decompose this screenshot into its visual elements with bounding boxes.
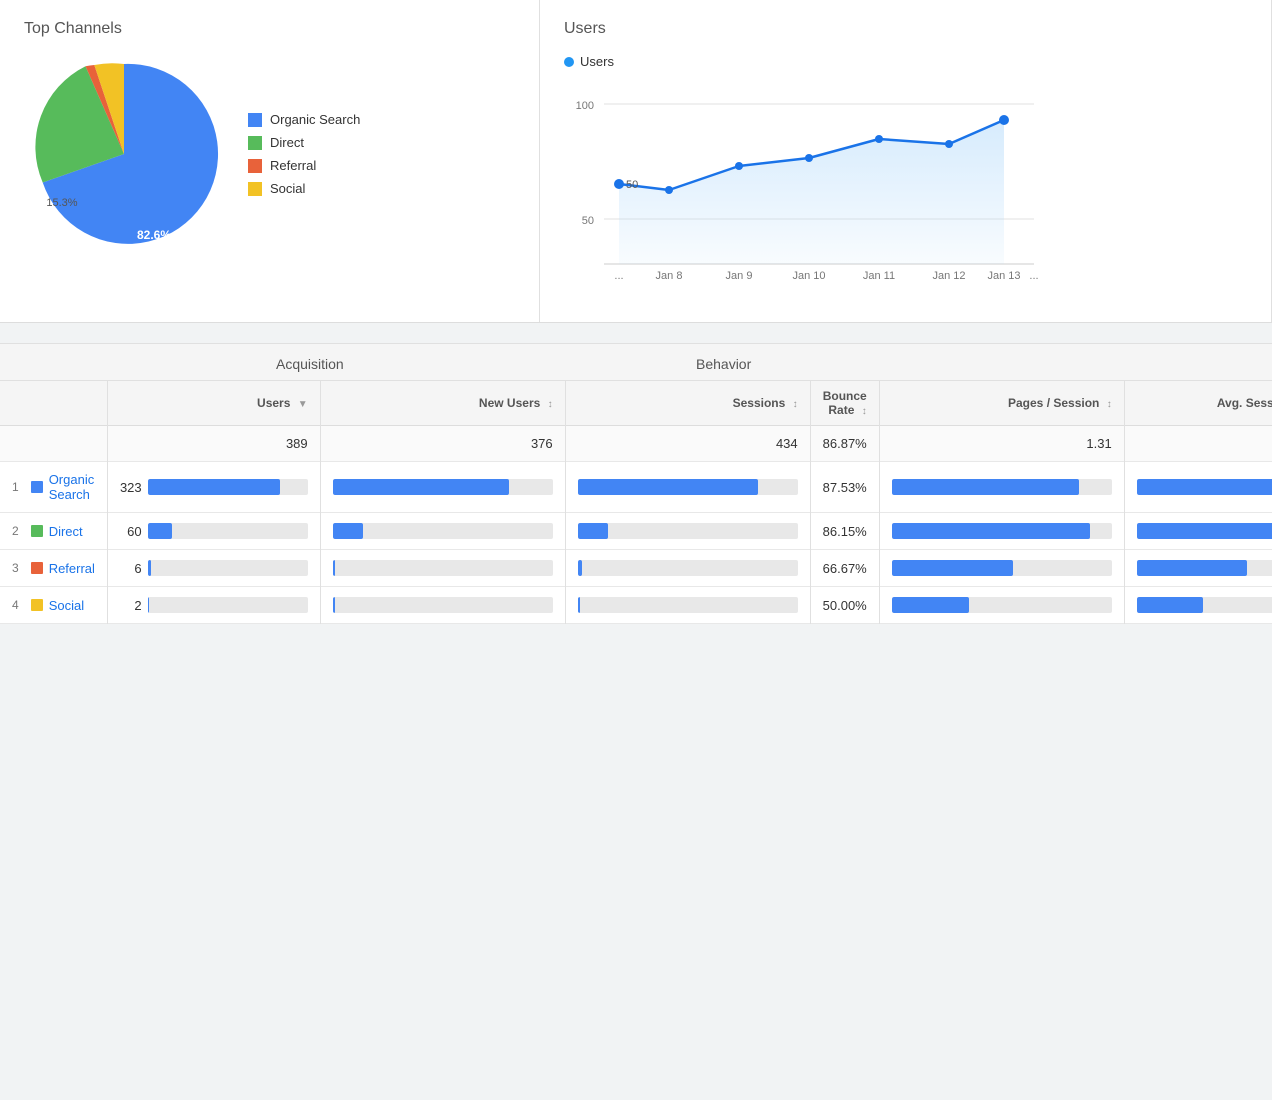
th-new-users[interactable]: New Users ↕ — [320, 381, 565, 426]
bounce-rate-cell: 66.67% — [810, 550, 879, 587]
new-users-cell — [320, 513, 565, 550]
th-channel — [0, 381, 107, 426]
behavior-header: Behavior — [680, 344, 1272, 380]
row-number: 2 — [12, 524, 25, 538]
legend-organic-search: Organic Search — [248, 112, 360, 127]
channel-cell: 2 Direct — [0, 513, 107, 550]
sessions-cell — [565, 550, 810, 587]
sort-newusers-icon: ↕ — [548, 399, 553, 410]
th-users[interactable]: Users ▼ — [107, 381, 320, 426]
total-avg-session: 00:00:50 — [1124, 426, 1272, 462]
total-pages-session: 1.31 — [879, 426, 1124, 462]
table-row: 2 Direct 60 86.15% — [0, 513, 1272, 550]
pie-chart: 15.3% 82.6% — [24, 54, 224, 254]
th-bounce-rate[interactable]: Bounce Rate ↕ — [810, 381, 879, 426]
total-sessions: 434 — [565, 426, 810, 462]
total-new-users: 376 — [320, 426, 565, 462]
legend-direct: Direct — [248, 135, 360, 150]
svg-text:100: 100 — [576, 100, 594, 112]
total-row: 389 376 434 86.87% 1.31 00:00:50 — [0, 426, 1272, 462]
pie-legend: Organic Search Direct Referral Social — [248, 112, 360, 196]
users-legend-dot — [564, 57, 574, 67]
new-users-cell — [320, 462, 565, 513]
svg-text:Jan 12: Jan 12 — [932, 270, 965, 282]
new-users-cell — [320, 587, 565, 624]
avg-session-cell — [1124, 587, 1272, 624]
sort-pages-icon: ↕ — [1107, 399, 1112, 410]
users-card: Users Users 100 50 — [540, 0, 1272, 322]
channel-cell: 3 Referral — [0, 550, 107, 587]
table-row: 1 Organic Search 323 87.53% — [0, 462, 1272, 513]
data-table-section: Acquisition Behavior Users ▼ New Users ↕… — [0, 343, 1272, 624]
users-title: Users — [564, 20, 1247, 38]
table-row: 3 Referral 6 66.67% — [0, 550, 1272, 587]
users-cell: 2 — [107, 587, 320, 624]
channel-link[interactable]: Referral — [49, 561, 95, 576]
total-users: 389 — [107, 426, 320, 462]
acquisition-header: Acquisition — [260, 344, 680, 380]
avg-session-cell — [1124, 462, 1272, 513]
pages-session-cell — [879, 587, 1124, 624]
sort-bounce-icon: ↕ — [862, 406, 867, 417]
bounce-rate-cell: 86.15% — [810, 513, 879, 550]
svg-text:...: ... — [614, 270, 623, 282]
sessions-cell — [565, 513, 810, 550]
total-label — [0, 426, 107, 462]
avg-session-cell — [1124, 513, 1272, 550]
table-row: 4 Social 2 50.00% — [0, 587, 1272, 624]
channel-cell: 1 Organic Search — [0, 462, 107, 513]
channel-cell: 4 Social — [0, 587, 107, 624]
th-sessions[interactable]: Sessions ↕ — [565, 381, 810, 426]
sessions-cell — [565, 462, 810, 513]
users-cell: 6 — [107, 550, 320, 587]
th-pages-session[interactable]: Pages / Session ↕ — [879, 381, 1124, 426]
users-legend: Users — [564, 54, 1247, 69]
channel-link[interactable]: Organic Search — [49, 472, 95, 502]
sort-users-icon: ▼ — [298, 399, 308, 410]
row-number: 1 — [12, 480, 25, 494]
total-bounce-rate: 86.87% — [810, 426, 879, 462]
sessions-cell — [565, 587, 810, 624]
row-number: 4 — [12, 598, 25, 612]
line-chart: 100 50 — [564, 79, 1247, 302]
svg-text:82.6%: 82.6% — [137, 228, 171, 242]
analytics-table: Users ▼ New Users ↕ Sessions ↕ Bounce Ra… — [0, 381, 1272, 624]
pages-session-cell — [879, 550, 1124, 587]
svg-text:...: ... — [1029, 270, 1038, 282]
section-headers: Acquisition Behavior — [0, 343, 1272, 381]
bounce-rate-cell: 87.53% — [810, 462, 879, 513]
users-cell: 323 — [107, 462, 320, 513]
th-avg-session[interactable]: Avg. Session Duration ↕ — [1124, 381, 1272, 426]
svg-text:Jan 8: Jan 8 — [656, 270, 683, 282]
svg-text:Jan 13: Jan 13 — [987, 270, 1020, 282]
row-number: 3 — [12, 561, 25, 575]
sort-sessions-icon: ↕ — [793, 399, 798, 410]
svg-text:Jan 10: Jan 10 — [792, 270, 825, 282]
pages-session-cell — [879, 462, 1124, 513]
svg-text:50: 50 — [626, 179, 638, 191]
svg-text:Jan 11: Jan 11 — [863, 270, 895, 282]
legend-referral: Referral — [248, 158, 360, 173]
pages-session-cell — [879, 513, 1124, 550]
channel-link[interactable]: Social — [49, 598, 84, 613]
top-channels-title: Top Channels — [24, 20, 515, 38]
svg-text:50: 50 — [582, 215, 594, 227]
svg-text:Jan 9: Jan 9 — [726, 270, 753, 282]
users-cell: 60 — [107, 513, 320, 550]
new-users-cell — [320, 550, 565, 587]
bounce-rate-cell: 50.00% — [810, 587, 879, 624]
channel-link[interactable]: Direct — [49, 524, 83, 539]
svg-text:15.3%: 15.3% — [46, 197, 77, 209]
legend-social: Social — [248, 181, 360, 196]
avg-session-cell — [1124, 550, 1272, 587]
